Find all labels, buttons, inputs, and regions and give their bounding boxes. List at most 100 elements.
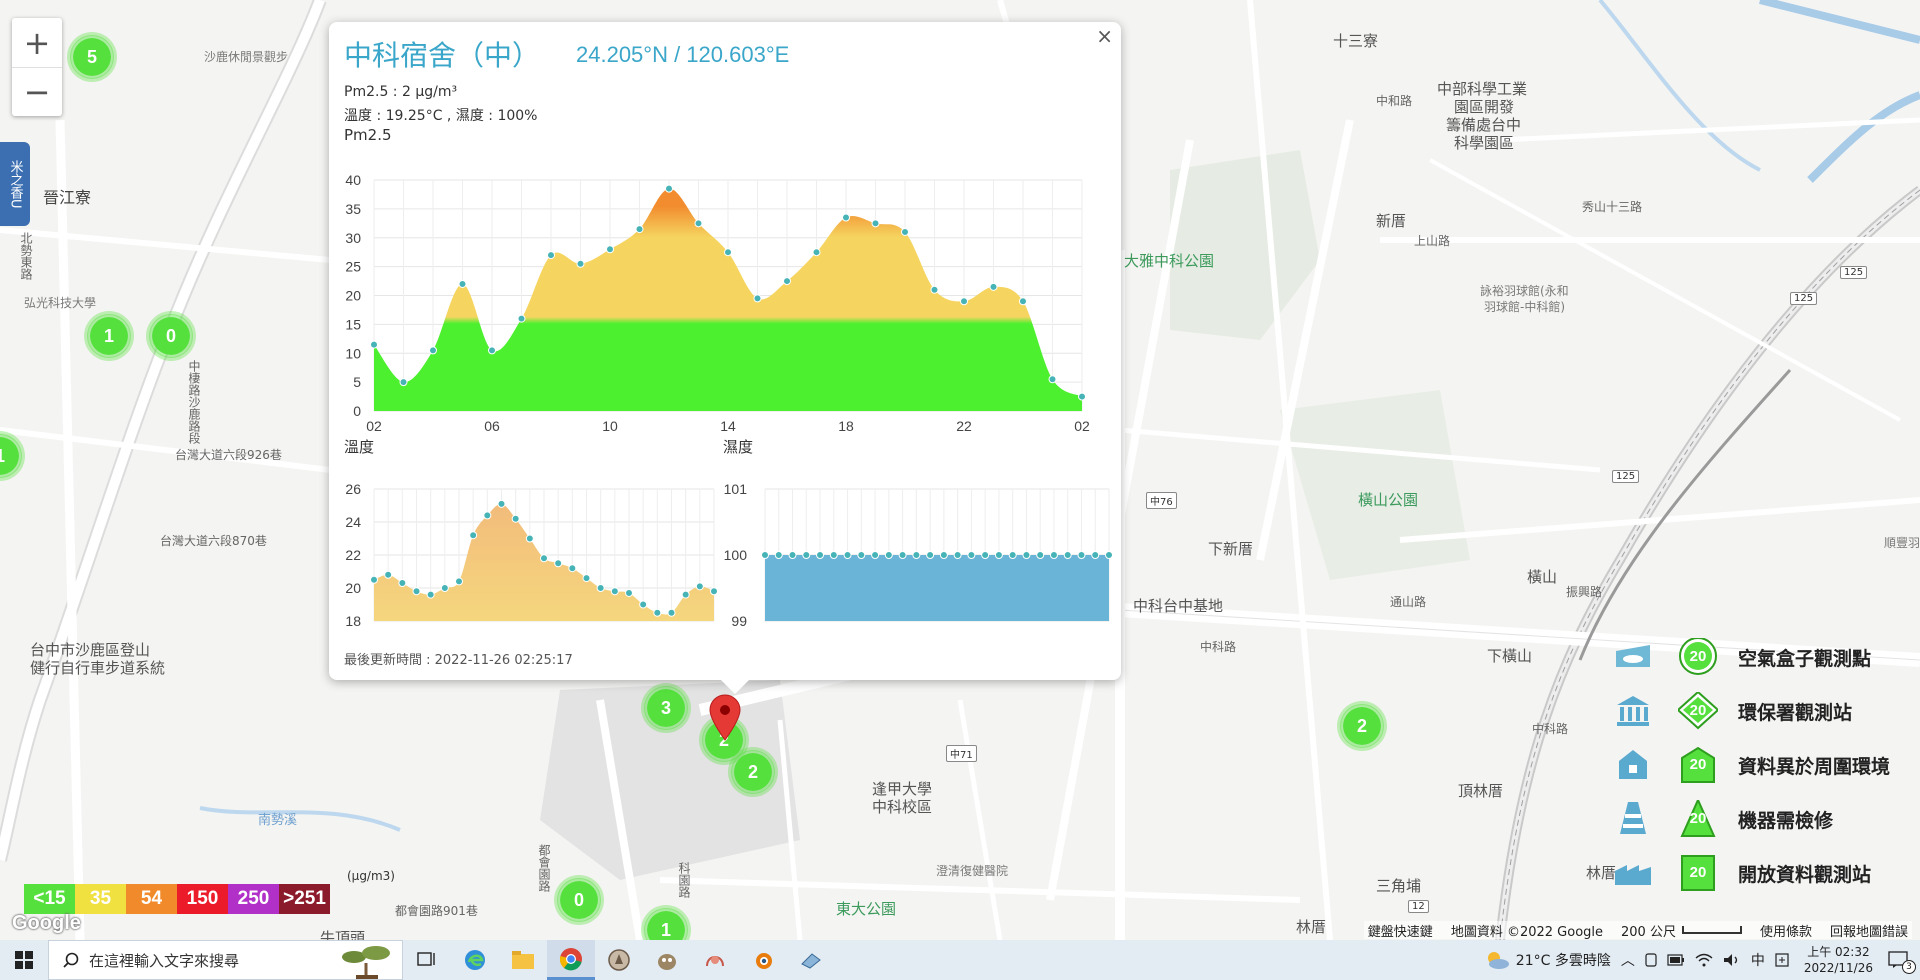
map-place-label: 中科路 [1200, 640, 1237, 654]
chart-point [884, 551, 893, 559]
map-place-label: 都會園路 [537, 844, 551, 892]
scale-bar [1681, 926, 1742, 934]
system-clock[interactable]: 上午 02:32 2022/11/26 [1794, 944, 1883, 976]
temperature-chart-title: 溫度 [344, 438, 375, 456]
chart-point [994, 551, 1003, 559]
map-scale[interactable]: 200 公尺 [1621, 921, 1742, 940]
map-place-label: 下新厝 [1208, 540, 1254, 558]
chart-point [857, 551, 866, 559]
edge-browser-icon[interactable] [451, 940, 499, 980]
pm25-chart: 0 5 10 15 20 25 30 35 40 02 06 10 14 18 22 02 [345, 172, 1090, 434]
volume-icon[interactable] [1718, 940, 1746, 980]
chart-point [547, 251, 555, 260]
input-method-indicator[interactable]: 中 [1746, 940, 1770, 980]
report-error-link[interactable]: 回報地圖錯誤 [1830, 921, 1908, 940]
y-tick-label: 35 [345, 201, 361, 217]
chart-point [939, 551, 948, 559]
last-update-time: 最後更新時間 : 2022-11-26 02:25:17 [344, 653, 573, 668]
eraser-app-icon[interactable] [787, 940, 835, 980]
chart-point [1105, 551, 1113, 559]
taskbar-search-box[interactable]: 在這裡輸入文字來搜尋 [48, 940, 403, 980]
y-tick-label: 30 [345, 230, 361, 246]
aqi-scale-segment: 54 [126, 884, 177, 914]
temp-humidity-reading: 溫度 : 19.25°C , 濕度 : 100% [344, 108, 538, 124]
side-panel-tab[interactable]: 米之香U [0, 142, 30, 226]
map-place-label: 林厝 [1296, 918, 1327, 936]
x-tick-label: 02 [366, 418, 382, 434]
map-place-label: 晉江寮 [43, 188, 92, 207]
y-tick-label: 15 [345, 316, 361, 332]
ime-mode-icon[interactable] [1770, 940, 1794, 980]
house-icon [1612, 746, 1654, 782]
chart-point [525, 534, 534, 543]
weather-widget[interactable]: 21°C 多雲時陰 [1479, 940, 1616, 980]
chrome-browser-icon[interactable] [547, 940, 595, 980]
zoom-control: + − [12, 18, 62, 116]
chart-point [639, 600, 648, 609]
blender-app-icon[interactable] [739, 940, 787, 980]
station-cluster-marker[interactable]: 2 [731, 750, 775, 794]
station-cluster-marker[interactable]: 3 [644, 686, 688, 730]
map-place-label: 橫山公園 [1358, 491, 1419, 509]
map-place-label: 台灣大道六段926巷 [175, 448, 282, 462]
device-icon[interactable] [1640, 940, 1662, 980]
legend-badge-value: 20 [1689, 647, 1707, 665]
close-icon[interactable]: × [1096, 24, 1113, 48]
zoom-out-button[interactable]: − [12, 67, 62, 116]
factory-icon [1612, 854, 1654, 890]
location-pin-icon[interactable] [708, 694, 742, 742]
notification-center-icon[interactable]: 3 [1883, 940, 1920, 980]
wifi-icon[interactable] [1690, 940, 1718, 980]
start-button[interactable] [0, 940, 48, 980]
station-cluster-marker[interactable]: 5 [70, 35, 114, 79]
map-place-label: 東大公園 [836, 900, 897, 918]
map-place-label: 澄清復健醫院 [936, 864, 1009, 878]
chart-point [458, 279, 467, 288]
chart-point [610, 587, 619, 596]
station-name: 中科宿舍（中） [344, 39, 541, 72]
chart-point [511, 514, 520, 523]
task-view-icon[interactable] [403, 940, 451, 980]
chart-point [653, 608, 662, 617]
station-cluster-marker[interactable]: 1 [87, 314, 131, 358]
legend-badge-value: 20 [1689, 701, 1707, 719]
file-explorer-icon[interactable] [499, 940, 547, 980]
x-tick-label: 18 [838, 418, 854, 434]
station-info-popup: × 中科宿舍（中） 24.205°N / 120.603°E Pm2.5 : 2… [329, 22, 1121, 694]
show-hidden-icons-chevron-icon[interactable]: ︿ [1616, 940, 1640, 980]
chart-point [901, 227, 909, 236]
legend-badge-value: 20 [1689, 863, 1707, 881]
station-cluster-marker[interactable]: 0 [557, 878, 601, 922]
compass-app-icon[interactable] [595, 940, 643, 980]
terms-link[interactable]: 使用條款 [1760, 921, 1812, 940]
y-tick-label: 10 [345, 345, 361, 361]
chart-point [724, 248, 732, 257]
legend-row: 20 開放資料觀測站 [1612, 850, 1920, 894]
map-place-label: 南勢溪 [258, 813, 298, 828]
chart-point [606, 245, 614, 254]
inkscape-app-icon[interactable] [691, 940, 739, 980]
gimp-app-icon[interactable] [643, 940, 691, 980]
legend-label: 環保署觀測站 [1738, 702, 1853, 724]
x-tick-label: 14 [720, 418, 736, 434]
chart-point [554, 559, 563, 568]
y-tick-label: 24 [345, 514, 361, 530]
station-cluster-marker[interactable]: 2 [1340, 704, 1384, 748]
humidity-chart: 99 100 101 [724, 481, 1113, 629]
aqi-unit-label: (μg/m3) [347, 869, 395, 883]
chart-point [710, 587, 718, 596]
chart-point [953, 551, 962, 559]
windows-taskbar: 在這裡輸入文字來搜尋 21°C 多雲時陰 ︿ 中 上午 02:32 2022/1… [0, 940, 1920, 980]
zoom-in-button[interactable]: + [12, 18, 62, 67]
chart-area [765, 555, 1109, 621]
chart-point [625, 588, 633, 597]
station-cluster-marker[interactable]: 0 [149, 314, 193, 358]
keyboard-shortcuts-link[interactable]: 鍵盤快速鍵 [1368, 921, 1433, 940]
map-place-label: 牛頂頭 [320, 929, 366, 940]
aqi-scale-segment: >251 [279, 884, 330, 914]
notification-count-badge: 3 [1902, 960, 1916, 974]
aqi-scale-segment: 250 [228, 884, 279, 914]
y-tick-label: 20 [345, 580, 361, 596]
system-tray: 21°C 多雲時陰 ︿ 中 上午 02:32 2022/11/26 3 [1479, 940, 1920, 980]
battery-icon[interactable] [1662, 940, 1690, 980]
